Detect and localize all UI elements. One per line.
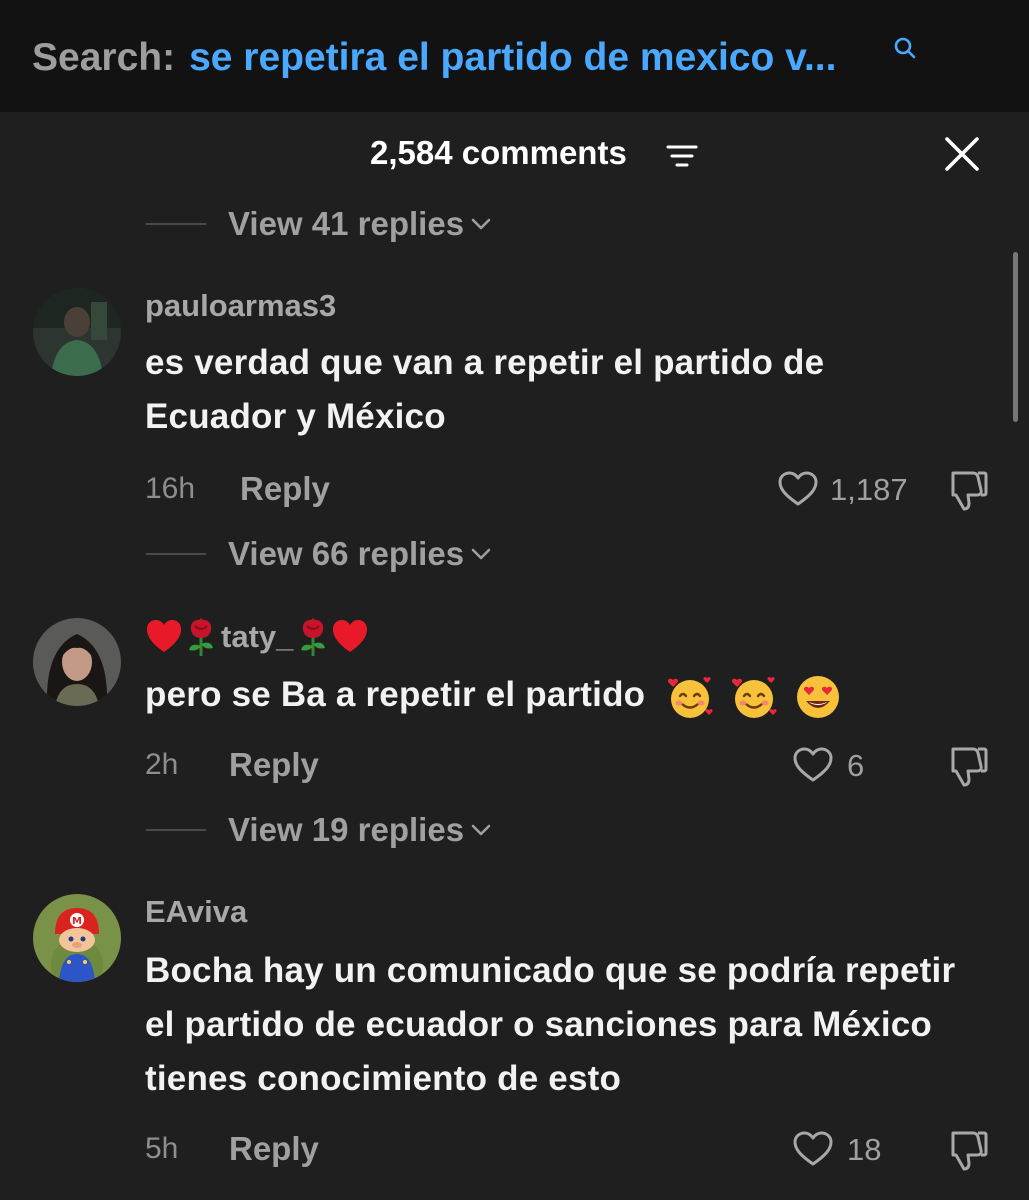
- username-text: taty_: [221, 619, 294, 654]
- red-heart-emoji-icon: [333, 620, 368, 652]
- comment-username[interactable]: EAviva: [145, 894, 247, 930]
- like-count: 6: [847, 748, 865, 783]
- view-replies-button[interactable]: View 19 replies: [146, 808, 492, 852]
- divider-line: [146, 223, 206, 225]
- comment-time: 16h: [145, 472, 196, 505]
- search-prefix: Search:: [32, 36, 176, 79]
- smiling-face-with-hearts-emoji-icon: [732, 676, 777, 718]
- search-icon[interactable]: [893, 36, 917, 60]
- chevron-down-icon: [471, 548, 491, 560]
- reply-button[interactable]: Reply: [229, 1130, 319, 1168]
- comment-count: 2,584 comments: [370, 134, 627, 171]
- view-replies-label: View 41 replies: [228, 205, 465, 242]
- comment-time: 5h: [145, 1132, 179, 1165]
- chevron-down-icon: [471, 824, 491, 836]
- view-replies-label: View 19 replies: [228, 811, 465, 848]
- avatar[interactable]: [33, 618, 121, 706]
- divider-line: [146, 553, 206, 555]
- comments-header: 2,584 comments: [0, 112, 1029, 198]
- heart-icon[interactable]: [792, 746, 834, 784]
- comment-text: pero se Ba a repetir el partido: [145, 675, 646, 714]
- comment-time: 2h: [145, 748, 179, 781]
- rose-emoji-icon: [189, 618, 213, 656]
- close-icon[interactable]: [944, 136, 980, 172]
- avatar[interactable]: [33, 288, 121, 376]
- comment-text-row: pero se Ba a repetir el partido: [145, 668, 965, 722]
- search-bar[interactable]: Search: se repetira el partido de mexico…: [32, 30, 836, 86]
- search-query[interactable]: se repetira el partido de mexico v...: [189, 36, 836, 80]
- view-replies-button[interactable]: View 41 replies: [146, 202, 492, 246]
- divider-line: [146, 829, 206, 831]
- rose-emoji-icon: [301, 618, 326, 656]
- avatar[interactable]: M: [33, 894, 121, 982]
- heart-eyes-emoji-icon: [797, 675, 840, 718]
- like-count: 1,187: [830, 472, 908, 507]
- red-heart-emoji-icon: [147, 620, 181, 652]
- smiling-face-with-hearts-emoji-icon: [668, 676, 713, 718]
- heart-icon[interactable]: [777, 470, 819, 508]
- scrollbar[interactable]: [1013, 252, 1018, 422]
- thumbs-down-icon[interactable]: [943, 1128, 989, 1172]
- heart-icon[interactable]: [792, 1130, 834, 1168]
- chevron-down-icon: [471, 218, 491, 230]
- comments-sheet: 2,584 comments View 41 replies pauloarma…: [0, 112, 1029, 1200]
- svg-text:M: M: [72, 916, 82, 927]
- view-replies-label: View 66 replies: [228, 535, 465, 572]
- thumbs-down-icon[interactable]: [943, 468, 989, 512]
- reply-button[interactable]: Reply: [229, 746, 319, 784]
- reply-button[interactable]: Reply: [240, 470, 330, 508]
- comment-text: es verdad que van a repetir el partido d…: [145, 343, 825, 436]
- tiktok-comments-screen: Search: se repetira el partido de mexico…: [0, 0, 1029, 1200]
- comment-username[interactable]: pauloarmas3: [145, 288, 336, 324]
- view-replies-button[interactable]: View 66 replies: [146, 532, 492, 576]
- sort-filter-icon[interactable]: [666, 144, 698, 168]
- comment-text: Bocha hay un comunicado que se podría re…: [145, 951, 956, 1098]
- like-count: 18: [847, 1132, 882, 1167]
- comment-username[interactable]: taty_: [145, 616, 369, 658]
- thumbs-down-icon[interactable]: [943, 744, 989, 788]
